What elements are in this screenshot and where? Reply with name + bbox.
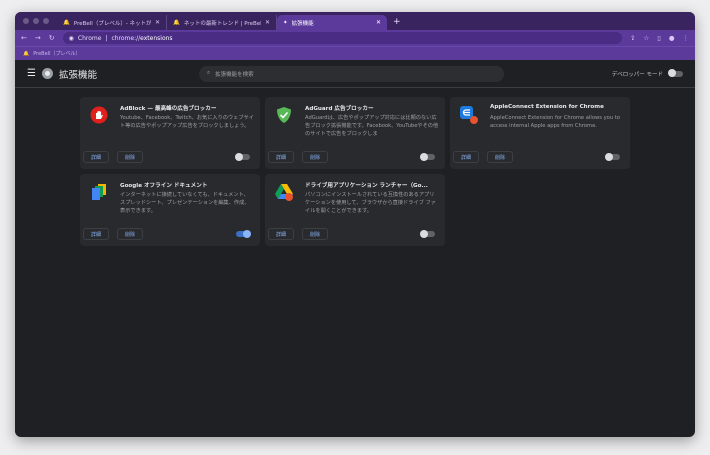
enable-toggle[interactable] [420, 229, 435, 238]
extension-name: AdBlock — 最高峰の広告ブロッカー [120, 106, 217, 112]
extension-description: AdGuardは、広告やポップアップ対応には比類のない広告ブロック拡張機能です。… [305, 115, 439, 137]
details-button[interactable]: 詳細 [268, 228, 295, 240]
browser-window: 🔔 PreBell（プレベル）- ネットが... ✕ 🔔 ネットの最新トレンド | P… [15, 12, 695, 437]
bell-icon: 🔔 [23, 50, 30, 57]
close-icon[interactable]: ✕ [376, 19, 381, 26]
remove-button[interactable]: 削除 [487, 151, 514, 163]
share-icon[interactable]: ⇪ [630, 34, 635, 42]
enable-toggle[interactable] [420, 152, 435, 161]
close-icon[interactable]: ✕ [265, 19, 270, 26]
puzzle-icon: ✦ [283, 19, 288, 26]
details-button[interactable]: 詳細 [83, 228, 110, 240]
search-input[interactable]: ⌕ 拡張機能を検索 [198, 65, 504, 82]
remove-button[interactable]: 削除 [302, 151, 329, 163]
extension-name: AdGuard 広告ブロッカー [305, 106, 374, 112]
back-icon[interactable]: ← [21, 34, 27, 42]
enable-toggle[interactable] [235, 152, 250, 161]
extensions-header: ☰ 拡張機能 ⌕ 拡張機能を検索 デベロッパー モード [15, 60, 695, 88]
url: chrome://extensions [111, 34, 173, 42]
remove-button[interactable]: 削除 [302, 228, 329, 240]
extension-description: AppleConnect Extension for Chrome allows… [490, 115, 620, 129]
google-docs-icon [90, 183, 108, 201]
adblock-hand-icon [90, 106, 108, 124]
tab-extensions[interactable]: ✦ 拡張機能 ✕ [277, 15, 387, 30]
dev-mode-label: デベロッパー モード [611, 71, 663, 78]
enable-toggle[interactable] [236, 229, 251, 238]
remove-button[interactable]: 削除 [117, 151, 144, 163]
extension-description: Youtube、Facebook、Twitch、お気に入りのウェブサイト等の広告… [120, 115, 254, 129]
bookmark-prebell[interactable]: PreBell（プレベル） [33, 50, 80, 57]
enable-toggle[interactable] [605, 152, 620, 161]
window-controls[interactable] [15, 18, 57, 30]
bell-icon: 🔔 [63, 19, 70, 26]
tab-prebell[interactable]: 🔔 PreBell（プレベル）- ネットが... ✕ [57, 15, 167, 30]
separator: | [105, 34, 108, 42]
details-button[interactable]: 詳細 [453, 151, 480, 163]
extension-name: AppleConnect Extension for Chrome [490, 104, 604, 110]
new-tab-button[interactable]: + [387, 17, 407, 30]
extension-description: パソコンにインストールされている互換性のあるアプリケーションを使用して、ブラウザ… [305, 192, 436, 214]
extension-card: AdGuard 広告ブロッカー AdGuardは、広告やポップアップ対応には比類… [265, 97, 445, 169]
chrome-icon: ◉ [68, 34, 74, 42]
extension-description: インターネットに接続していなくても、ドキュメント、スプレッドシート、プレゼンテー… [120, 192, 250, 214]
address-bar[interactable]: ◉ Chrome | chrome://extensions [62, 32, 622, 44]
page-title: 拡張機能 [58, 69, 97, 81]
details-button[interactable]: 詳細 [268, 151, 295, 163]
extension-card: Google オフライン ドキュメント インターネットに接続していなくても、ドキ… [80, 174, 260, 246]
extensions-grid: AdBlock — 最高峰の広告ブロッカー Youtube、Facebook、T… [80, 97, 630, 246]
close-icon[interactable]: ✕ [155, 19, 160, 26]
extension-name: Google オフライン ドキュメント [120, 183, 208, 189]
adguard-shield-icon [275, 106, 293, 124]
toolbar: ← → ↻ ◉ Chrome | chrome://extensions ⇪ ☆ … [15, 30, 695, 46]
search-icon: ⌕ [206, 70, 211, 76]
profile-icon[interactable]: ● [669, 34, 675, 42]
dev-mode-toggle[interactable] [668, 69, 683, 77]
star-icon[interactable]: ☆ [643, 34, 649, 42]
details-button[interactable]: 詳細 [83, 151, 110, 163]
extension-card: ドライブ用アプリケーション ランチャー（Go... パソコンにインストールされて… [265, 174, 445, 246]
tab-prebell-trend[interactable]: 🔔 ネットの最新トレンド | PreBell ✕ [167, 15, 277, 30]
bookmarks-bar: 🔔 PreBell（プレベル） [15, 46, 695, 60]
sidepanel-icon[interactable]: ▯ [657, 34, 661, 42]
appleconnect-icon [460, 106, 478, 124]
more-icon[interactable]: ⋮ [683, 34, 690, 42]
google-drive-icon [275, 183, 293, 201]
bell-icon: 🔔 [173, 19, 180, 26]
extension-card: AppleConnect Extension for Chrome AppleC… [450, 97, 630, 169]
extension-card: AdBlock — 最高峰の広告ブロッカー Youtube、Facebook、T… [80, 97, 260, 169]
remove-button[interactable]: 削除 [117, 228, 144, 240]
chrome-logo-icon [41, 68, 53, 79]
tab-bar: 🔔 PreBell（プレベル）- ネットが... ✕ 🔔 ネットの最新トレンド | P… [15, 12, 695, 30]
reload-icon[interactable]: ↻ [49, 34, 55, 42]
menu-icon[interactable]: ☰ [27, 68, 36, 79]
forward-icon[interactable]: → [35, 34, 41, 42]
extension-name: ドライブ用アプリケーション ランチャー（Go... [305, 183, 428, 189]
